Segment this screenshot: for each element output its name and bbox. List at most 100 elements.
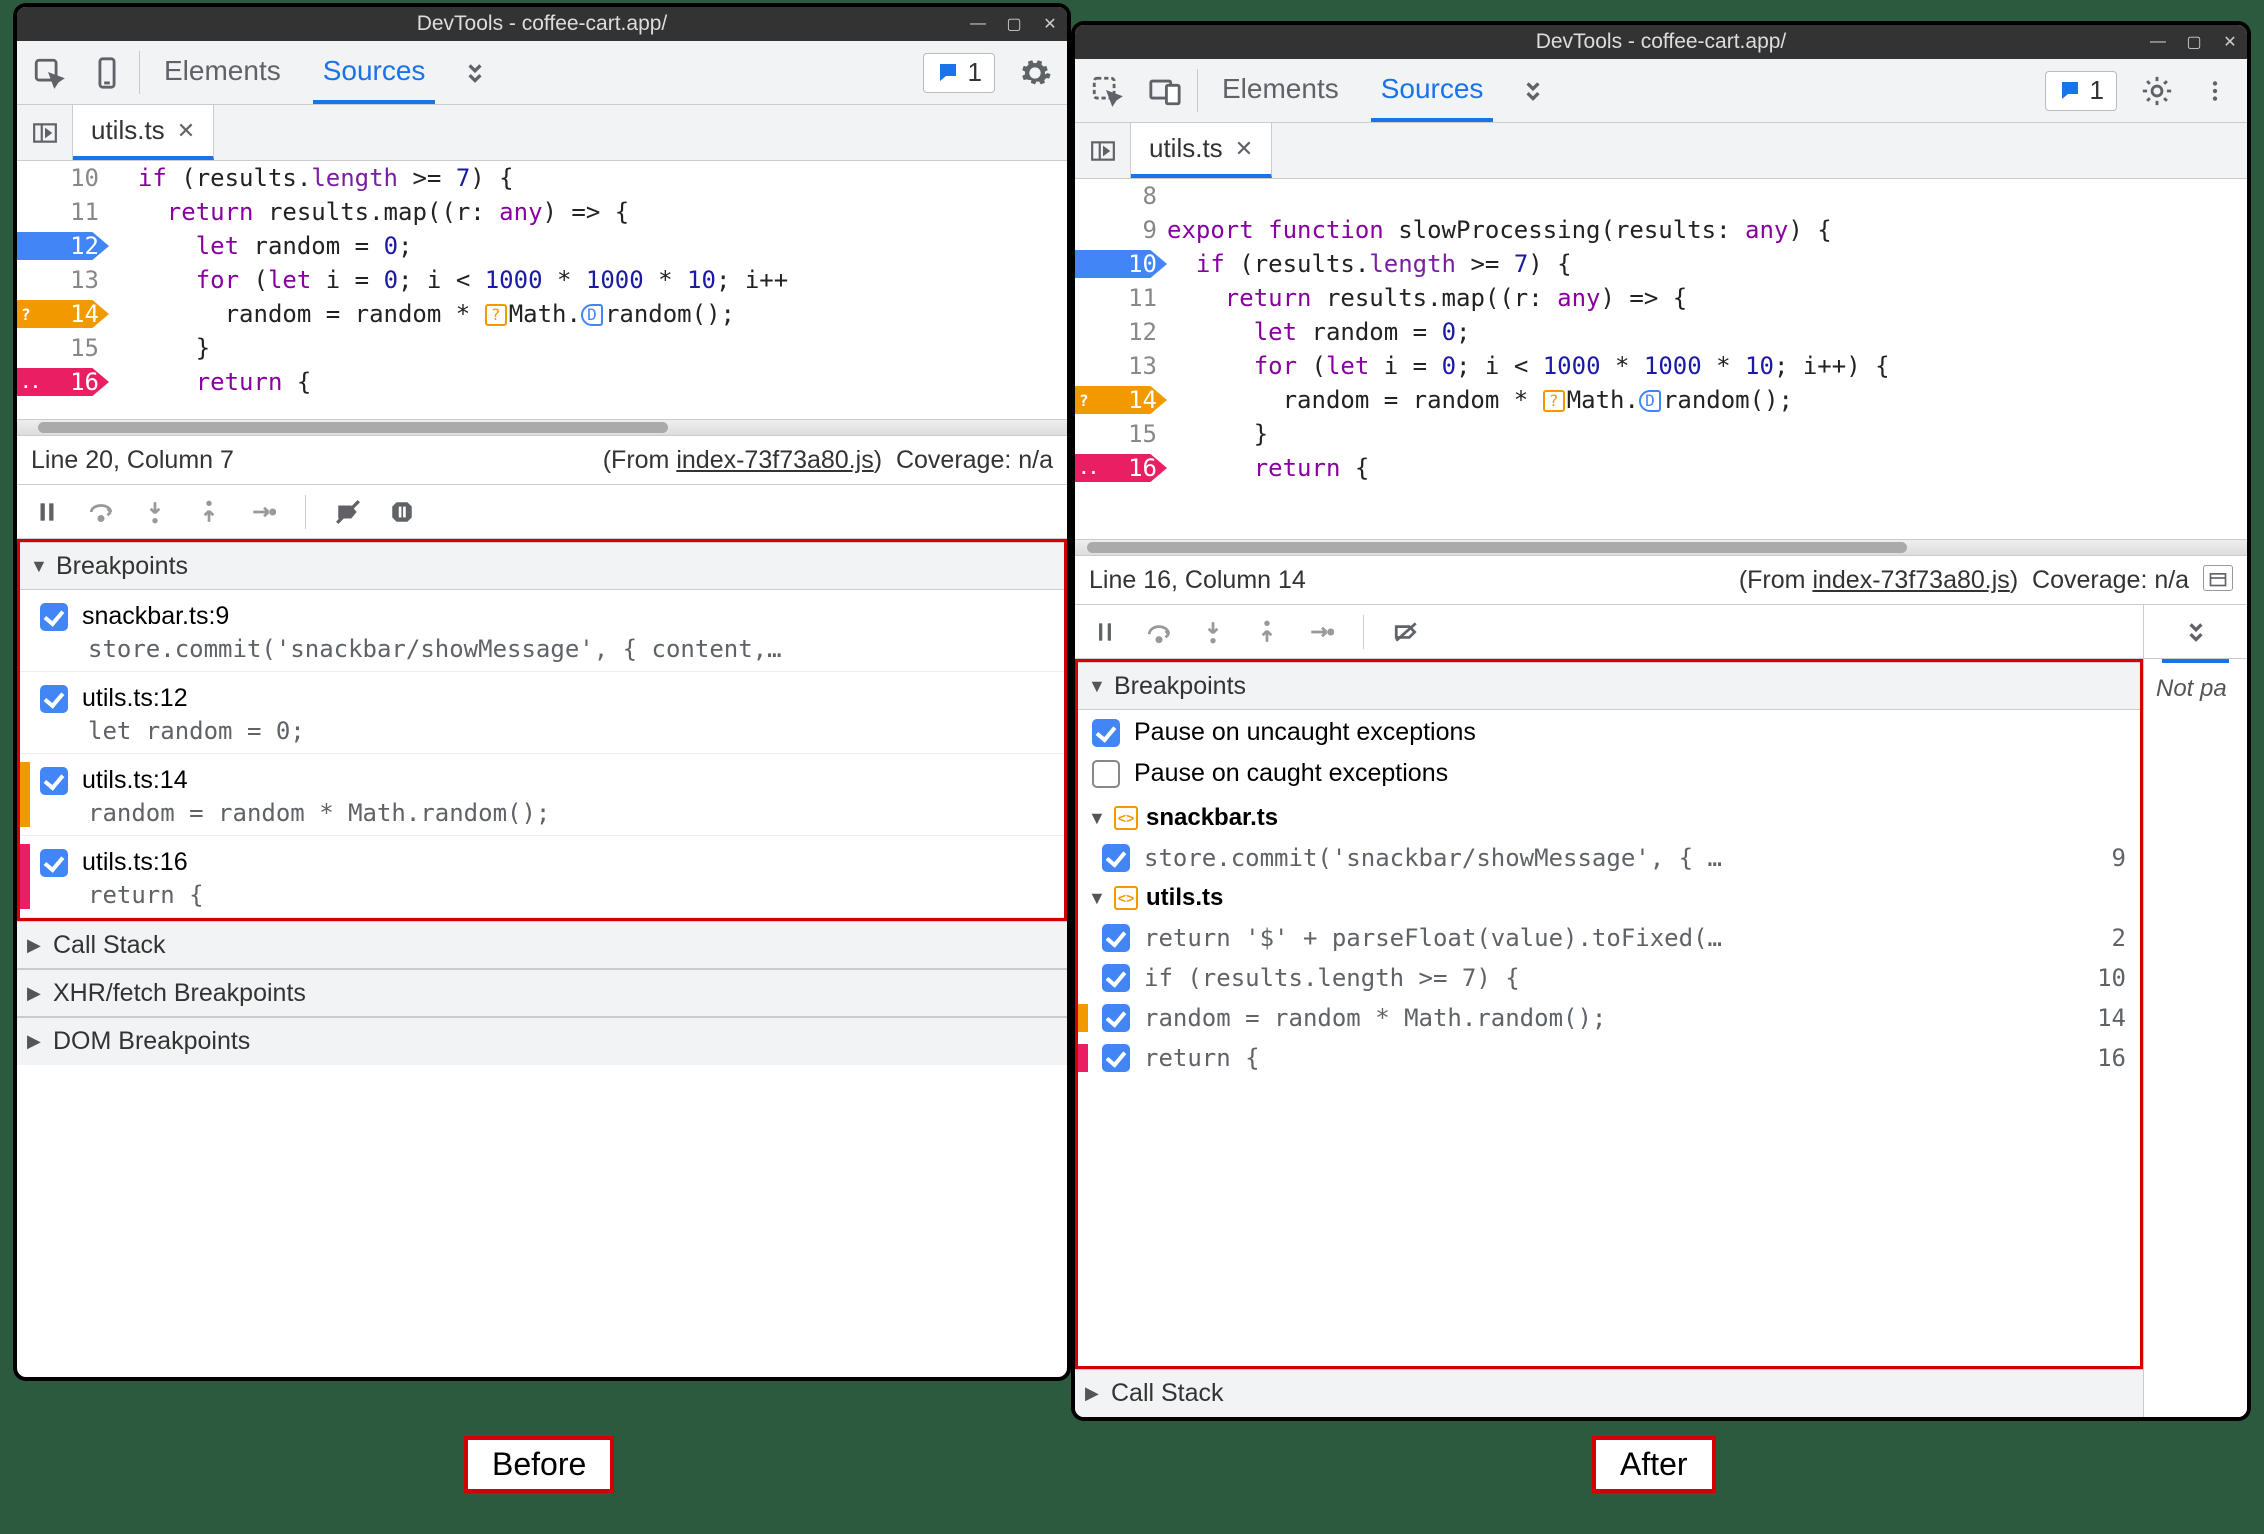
side-pane-more-icon[interactable]	[2144, 605, 2247, 659]
breakpoint-line[interactable]: return '$' + parseFloat(value).toFixed(……	[1078, 918, 2140, 958]
disclosure-triangle-icon: ▶	[27, 983, 45, 1004]
checkbox-icon[interactable]	[40, 767, 68, 795]
breakpoint-line[interactable]: if (results.length >= 7) {10	[1078, 958, 2140, 998]
checkbox-icon[interactable]	[40, 603, 68, 631]
issues-count: 1	[968, 57, 982, 88]
file-tabs: utils.ts ✕	[1075, 123, 2247, 179]
more-tabs-icon[interactable]	[457, 55, 493, 91]
section-callstack[interactable]: ▶ Call Stack	[17, 921, 1067, 969]
breakpoint-entry[interactable]: utils.ts:16return {	[20, 836, 1064, 918]
section-xhr-breakpoints[interactable]: ▶ XHR/fetch Breakpoints	[17, 969, 1067, 1017]
settings-gear-icon[interactable]	[2139, 73, 2175, 109]
step-out-icon[interactable]	[1249, 614, 1285, 650]
status-sourcemap: (From index-73f73a80.js) Coverage: n/a	[1739, 565, 2233, 595]
pause-uncaught-row[interactable]: Pause on uncaught exceptions	[1078, 710, 2140, 755]
tab-elements[interactable]: Elements	[1212, 59, 1349, 122]
inspect-icon[interactable]	[1089, 73, 1125, 109]
pause-caught-row[interactable]: Pause on caught exceptions	[1078, 755, 2140, 798]
debugger-toolbar	[17, 485, 1067, 539]
device-icon[interactable]	[1147, 73, 1183, 109]
coverage-status: Coverage: n/a	[896, 446, 1053, 474]
kebab-menu-icon[interactable]	[2197, 73, 2233, 109]
breakpoint-groups: ▼<>snackbar.tsstore.commit('snackbar/sho…	[1078, 798, 2140, 1366]
close-tab-icon[interactable]: ✕	[177, 118, 195, 144]
issues-badge[interactable]: 1	[2045, 71, 2117, 111]
tag-before: Before	[464, 1436, 614, 1493]
code-editor[interactable]: 89export function slowProcessing(results…	[1075, 179, 2247, 539]
status-bar: Line 16, Column 14 (From index-73f73a80.…	[1075, 555, 2247, 605]
breakpoint-entry[interactable]: snackbar.ts:9store.commit('snackbar/show…	[20, 590, 1064, 672]
checkbox-icon[interactable]	[40, 849, 68, 877]
section-breakpoints[interactable]: ▼ Breakpoints	[20, 542, 1064, 590]
file-tab-utils[interactable]: utils.ts ✕	[73, 105, 214, 160]
checkbox-icon[interactable]	[1092, 760, 1120, 788]
file-tab-utils[interactable]: utils.ts ✕	[1131, 123, 1272, 178]
navigator-toggle-icon[interactable]	[1075, 123, 1131, 178]
coverage-status: Coverage: n/a	[2032, 566, 2189, 594]
titlebar[interactable]: DevTools - coffee-cart.app/ — ▢ ✕	[17, 7, 1067, 41]
step-icon[interactable]	[245, 494, 281, 530]
breakpoint-line[interactable]: store.commit('snackbar/showMessage', { ……	[1078, 838, 2140, 878]
maximize-icon[interactable]: ▢	[1005, 14, 1023, 34]
checkbox-icon[interactable]	[1092, 719, 1120, 747]
tab-sources[interactable]: Sources	[313, 41, 436, 104]
minimize-icon[interactable]: —	[2149, 33, 2167, 51]
sourcemap-link[interactable]: index-73f73a80.js	[1812, 566, 2009, 594]
tab-sources[interactable]: Sources	[1371, 59, 1494, 122]
file-tab-label: utils.ts	[91, 115, 165, 146]
close-icon[interactable]: ✕	[2221, 32, 2239, 52]
minimize-icon[interactable]: —	[969, 15, 987, 33]
code-editor[interactable]: 10 if (results.length >= 7) {11 return r…	[17, 161, 1067, 419]
checkbox-icon[interactable]	[1102, 1004, 1130, 1032]
checkbox-icon[interactable]	[1102, 964, 1130, 992]
step-into-icon[interactable]	[1195, 614, 1231, 650]
section-dom-breakpoints[interactable]: ▶ DOM Breakpoints	[17, 1017, 1067, 1065]
step-over-icon[interactable]	[83, 494, 119, 530]
settings-gear-icon[interactable]	[1017, 55, 1053, 91]
status-bar: Line 20, Column 7 (From index-73f73a80.j…	[17, 435, 1067, 485]
deactivate-breakpoints-icon[interactable]	[330, 494, 366, 530]
main-toolbar: Elements Sources 1	[1075, 59, 2247, 123]
step-into-icon[interactable]	[137, 494, 173, 530]
breakpoint-line[interactable]: random = random * Math.random();14	[1078, 998, 2140, 1038]
breakpoint-entry[interactable]: utils.ts:12let random = 0;	[20, 672, 1064, 754]
breakpoint-entry[interactable]: utils.ts:14random = random * Math.random…	[20, 754, 1064, 836]
section-callstack[interactable]: ▶ Call Stack	[1075, 1369, 2143, 1417]
window-controls: — ▢ ✕	[969, 7, 1059, 41]
expand-status-icon[interactable]	[2203, 565, 2233, 591]
maximize-icon[interactable]: ▢	[2185, 32, 2203, 52]
titlebar[interactable]: DevTools - coffee-cart.app/ — ▢ ✕	[1075, 25, 2247, 59]
close-tab-icon[interactable]: ✕	[1235, 136, 1253, 162]
breakpoint-group-head[interactable]: ▼<>utils.ts	[1078, 878, 2140, 918]
issues-badge[interactable]: 1	[923, 53, 995, 93]
breakpoint-line[interactable]: return {16	[1078, 1038, 2140, 1078]
tab-elements[interactable]: Elements	[154, 41, 291, 104]
window-title: DevTools - coffee-cart.app/	[417, 12, 668, 36]
checkbox-icon[interactable]	[40, 685, 68, 713]
window-controls: — ▢ ✕	[2149, 25, 2239, 59]
pause-icon[interactable]	[1087, 614, 1123, 650]
breakpoint-group-head[interactable]: ▼<>snackbar.ts	[1078, 798, 2140, 838]
checkbox-icon[interactable]	[1102, 844, 1130, 872]
checkbox-icon[interactable]	[1102, 924, 1130, 952]
inspect-icon[interactable]	[31, 55, 67, 91]
step-out-icon[interactable]	[191, 494, 227, 530]
step-over-icon[interactable]	[1141, 614, 1177, 650]
navigator-toggle-icon[interactable]	[17, 105, 73, 160]
more-tabs-icon[interactable]	[1515, 73, 1551, 109]
disclosure-triangle-icon: ▶	[27, 1031, 45, 1052]
pause-exceptions-icon[interactable]	[384, 494, 420, 530]
disclosure-triangle-icon: ▶	[27, 935, 45, 956]
pause-icon[interactable]	[29, 494, 65, 530]
horizontal-scrollbar[interactable]	[1075, 539, 2247, 555]
section-breakpoints[interactable]: ▼ Breakpoints	[1078, 662, 2140, 710]
horizontal-scrollbar[interactable]	[17, 419, 1067, 435]
deactivate-breakpoints-icon[interactable]	[1388, 614, 1424, 650]
cursor-position: Line 20, Column 7	[31, 446, 234, 475]
checkbox-icon[interactable]	[1102, 1044, 1130, 1072]
device-icon[interactable]	[89, 55, 125, 91]
close-icon[interactable]: ✕	[1041, 14, 1059, 34]
disclosure-triangle-icon: ▼	[1088, 676, 1106, 697]
sourcemap-link[interactable]: index-73f73a80.js	[676, 446, 873, 474]
step-icon[interactable]	[1303, 614, 1339, 650]
